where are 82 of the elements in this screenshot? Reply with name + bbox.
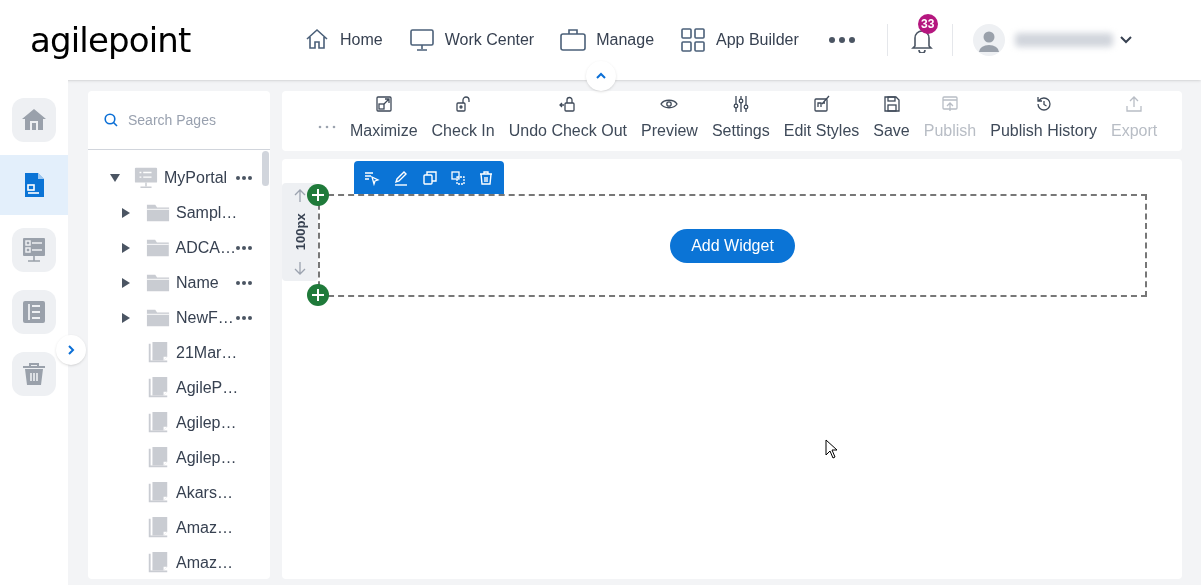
tree-item[interactable]: Amaz… — [88, 510, 270, 545]
avatar-icon[interactable] — [972, 24, 1005, 56]
tree-item[interactable]: 21Mar… — [88, 335, 270, 370]
toolbar-button[interactable]: Edit Styles — [783, 95, 860, 143]
publish-icon — [941, 95, 959, 113]
tree-item[interactable]: NewF… — [88, 300, 270, 335]
list-icon — [20, 298, 48, 326]
tree-item[interactable]: Sampl… — [88, 195, 270, 230]
select-icon[interactable] — [364, 169, 381, 186]
more-icon[interactable] — [236, 315, 252, 320]
briefcase-icon — [560, 27, 587, 53]
toolbar-button[interactable]: Undo Check Out — [508, 95, 627, 143]
form-rail-button[interactable] — [12, 228, 56, 272]
trash-icon — [20, 360, 48, 388]
more-icon[interactable] — [236, 245, 252, 250]
chevron-down-icon[interactable] — [1118, 35, 1133, 45]
maximize-icon — [374, 95, 393, 113]
more-icon[interactable] — [236, 280, 252, 285]
lock-icon — [558, 95, 577, 113]
trash-icon[interactable] — [477, 169, 494, 186]
toolbar-button[interactable]: Save — [873, 95, 910, 143]
toolbar-button[interactable]: Maximize — [350, 95, 418, 143]
page-icon — [146, 445, 170, 470]
save-icon — [882, 95, 901, 113]
caret-down-icon[interactable] — [110, 173, 120, 182]
history-icon — [1034, 95, 1053, 113]
toolbar-button[interactable]: Preview — [641, 95, 698, 143]
toolbar-button[interactable]: Publish History — [990, 95, 1097, 143]
nav-link[interactable]: Home — [304, 27, 383, 53]
expand-button[interactable] — [56, 335, 86, 365]
page-icon — [146, 515, 170, 540]
more-icon[interactable] — [236, 175, 252, 180]
page-icon — [146, 550, 170, 575]
chevron-up-icon — [595, 72, 607, 80]
page-icon — [146, 480, 170, 505]
search-field[interactable]: Search Pages — [128, 109, 268, 131]
edit-styles-icon — [812, 95, 831, 113]
page-icon — [146, 410, 170, 435]
export-icon — [1125, 95, 1144, 113]
tree-item[interactable]: Amaz… — [88, 545, 270, 579]
add-widget-button[interactable]: Add Widget — [670, 228, 795, 263]
move-icon[interactable] — [450, 170, 465, 185]
list-rail-button[interactable] — [12, 290, 56, 334]
nav-link[interactable]: App Builder — [680, 27, 799, 53]
row-height-label: 100px — [291, 213, 309, 251]
form-icon — [20, 236, 48, 264]
logo[interactable]: agilepoint — [30, 23, 191, 57]
toolbar-button[interactable]: Settings — [711, 95, 770, 143]
tree-item[interactable]: Agilep… — [88, 440, 270, 475]
home-rail-button[interactable] — [12, 98, 56, 142]
add-row-icon[interactable] — [307, 184, 329, 206]
trash-rail-button[interactable] — [12, 352, 56, 396]
caret-right-icon[interactable] — [122, 277, 130, 288]
scrollbar-thumb[interactable] — [262, 151, 269, 186]
grid-icon — [680, 27, 707, 53]
unlock-icon — [454, 95, 473, 113]
collapse-header-button[interactable] — [586, 61, 616, 91]
monitor-icon — [408, 27, 435, 53]
tree-item[interactable]: ADCA… — [88, 230, 270, 265]
toolbar-button[interactable]: Check In — [431, 95, 495, 143]
nav-link[interactable]: Manage — [560, 27, 655, 53]
more-icon[interactable] — [828, 37, 855, 43]
nav-link[interactable]: Work Center — [408, 27, 535, 53]
caret-right-icon[interactable] — [122, 242, 130, 253]
notification-count: 33 — [917, 14, 938, 34]
copy-icon[interactable] — [422, 169, 438, 186]
caret-right-icon[interactable] — [122, 312, 130, 323]
pencil-icon[interactable] — [393, 169, 410, 186]
caret-right-icon[interactable] — [122, 207, 130, 218]
tree-item[interactable]: AgileP… — [88, 370, 270, 405]
cursor-icon — [825, 439, 838, 459]
sliders-icon — [731, 95, 750, 113]
search-icon — [104, 113, 118, 127]
chevron-right-icon — [67, 344, 75, 356]
tree-item[interactable]: Name — [88, 265, 270, 300]
add-row-icon[interactable] — [307, 284, 329, 306]
tree-item[interactable]: Akars… — [88, 475, 270, 510]
tree-item[interactable]: MyPortal — [88, 160, 270, 195]
portal-icon — [134, 165, 158, 190]
tree-item[interactable]: Agilep… — [88, 405, 270, 440]
page-icon — [146, 375, 170, 400]
page-icon — [146, 340, 170, 365]
